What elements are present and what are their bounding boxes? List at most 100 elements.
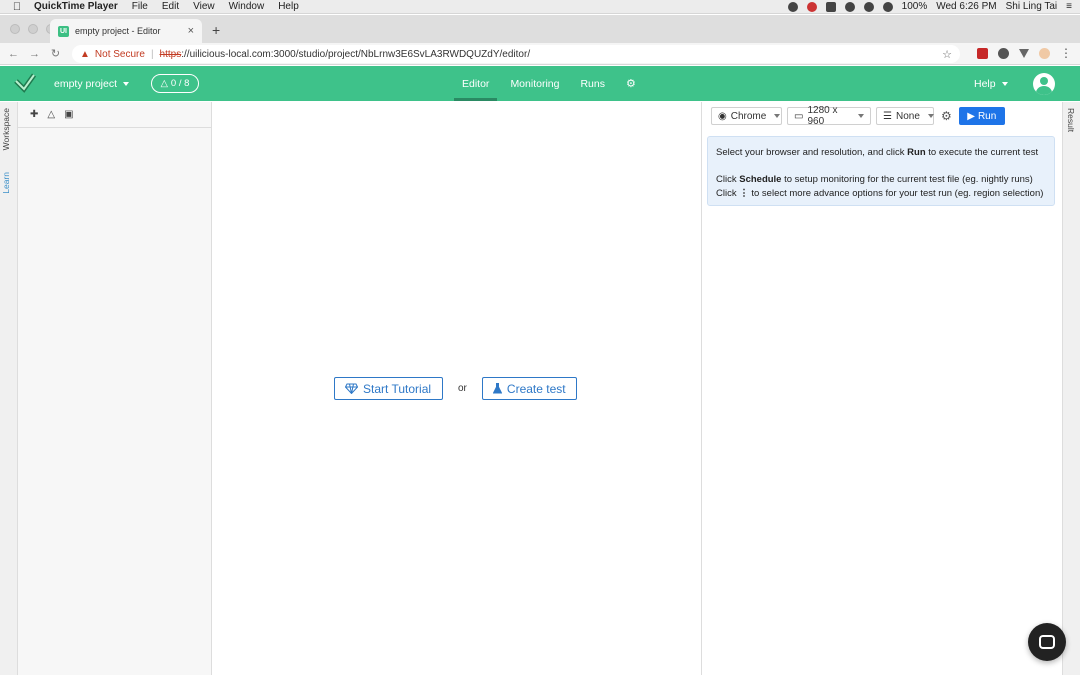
chevron-down-icon bbox=[927, 114, 934, 118]
minimize-window-icon[interactable] bbox=[28, 24, 38, 34]
chevron-down-icon bbox=[1001, 82, 1008, 86]
learn-tab[interactable]: Learn bbox=[1, 172, 11, 194]
wifi-icon[interactable] bbox=[844, 1, 855, 12]
editor-area: Start Tutorial or Create test bbox=[212, 102, 702, 675]
close-tab-icon[interactable]: × bbox=[188, 25, 194, 37]
run-button[interactable]: ▶ Run bbox=[958, 107, 1005, 125]
start-tutorial-label: Start Tutorial bbox=[363, 381, 432, 396]
security-label[interactable]: Not Secure bbox=[95, 49, 145, 60]
play-icon: ▶ bbox=[967, 110, 975, 122]
bluetooth-icon[interactable] bbox=[863, 1, 874, 12]
database-icon: ☰ bbox=[883, 110, 892, 122]
notification-icon[interactable] bbox=[806, 1, 817, 12]
file-toolbar: ✚ △ ▣ bbox=[18, 102, 211, 128]
battery-label[interactable]: 100% bbox=[902, 1, 928, 12]
menu-view[interactable]: View bbox=[193, 1, 215, 12]
empty-state-actions: Start Tutorial or Create test bbox=[334, 377, 577, 400]
resolution-select[interactable]: ▭ 1280 x 960 bbox=[787, 105, 871, 127]
run-label: Run bbox=[977, 110, 997, 122]
main-nav: Editor Monitoring Runs ⚙ bbox=[453, 66, 636, 101]
resolution-value: 1280 x 960 bbox=[807, 105, 838, 127]
info-line-2: Click Schedule to setup monitoring for t… bbox=[716, 174, 1033, 185]
chat-icon bbox=[1039, 635, 1055, 649]
tab-monitoring[interactable]: Monitoring bbox=[510, 66, 559, 101]
chevron-down-icon bbox=[774, 114, 781, 118]
divider: | bbox=[150, 48, 154, 60]
extension-icon[interactable] bbox=[977, 47, 988, 59]
test-count-badge[interactable]: △ 0 / 8 bbox=[151, 74, 199, 93]
forward-icon[interactable]: → bbox=[24, 48, 45, 60]
close-window-icon[interactable] bbox=[10, 24, 20, 34]
address-bar[interactable]: ▲ Not Secure | https ://uilicious-local.… bbox=[72, 45, 960, 63]
menu-app-name[interactable]: QuickTime Player bbox=[34, 1, 118, 12]
logo-icon[interactable] bbox=[14, 73, 36, 93]
tab-runs[interactable]: Runs bbox=[580, 66, 605, 101]
back-icon[interactable]: ← bbox=[3, 48, 24, 60]
folder-icon[interactable]: ▣ bbox=[64, 109, 73, 120]
dropbox-icon[interactable] bbox=[825, 1, 836, 12]
profile-avatar-icon[interactable] bbox=[1039, 47, 1050, 59]
flask-icon bbox=[492, 383, 502, 394]
reload-icon[interactable]: ↻ bbox=[45, 47, 66, 60]
dataset-value: None bbox=[895, 110, 920, 122]
settings-gear-icon[interactable]: ⚙ bbox=[626, 77, 636, 90]
browser-select[interactable]: ◉ Chrome bbox=[711, 107, 782, 125]
new-tab-icon[interactable]: + bbox=[212, 22, 220, 38]
apple-icon[interactable]:  bbox=[0, 1, 34, 13]
url-text: ://uilicious-local.com:3000/studio/proje… bbox=[181, 48, 531, 60]
warning-icon[interactable]: ▲ bbox=[80, 49, 90, 60]
flask-icon: △ bbox=[160, 78, 168, 89]
menu-file[interactable]: File bbox=[132, 1, 148, 12]
volume-icon[interactable] bbox=[882, 1, 893, 12]
chat-launcher-button[interactable] bbox=[1028, 623, 1066, 661]
clock-label[interactable]: Wed 6:26 PM bbox=[936, 1, 996, 12]
chrome-icon: ◉ bbox=[718, 110, 727, 122]
right-side-rail: Result bbox=[1062, 102, 1080, 675]
project-name: empty project bbox=[54, 78, 118, 90]
run-info-box: Select your browser and resolution, and … bbox=[707, 136, 1055, 206]
extension-icon[interactable] bbox=[998, 47, 1009, 59]
run-panel: ◉ Chrome ▭ 1280 x 960 ☰ None ⚙ ▶ Run Sel… bbox=[702, 102, 1062, 675]
start-tutorial-button[interactable]: Start Tutorial bbox=[334, 377, 443, 400]
status-area: 100% Wed 6:26 PM Shi Ling Tai ≡ bbox=[787, 1, 1080, 12]
menu-help[interactable]: Help bbox=[278, 1, 299, 12]
chevron-down-icon bbox=[123, 82, 130, 86]
tab-editor[interactable]: Editor bbox=[453, 66, 499, 101]
browser-menu-icon[interactable]: ⋮ bbox=[1060, 46, 1072, 60]
macos-menubar:  QuickTime Player File Edit View Window… bbox=[0, 0, 1080, 14]
help-menu[interactable]: Help bbox=[974, 78, 1008, 90]
create-test-button[interactable]: Create test bbox=[481, 377, 577, 400]
file-panel: ✚ △ ▣ bbox=[18, 102, 212, 675]
url-scheme: https bbox=[159, 48, 182, 60]
run-settings-gear-icon[interactable]: ⚙ bbox=[941, 109, 952, 123]
help-label: Help bbox=[974, 78, 996, 90]
user-avatar-icon[interactable] bbox=[1033, 73, 1055, 95]
gem-icon bbox=[345, 383, 358, 394]
browser-tabstrip: UI empty project - Editor × + bbox=[0, 15, 1080, 43]
laptop-icon: ▭ bbox=[794, 110, 804, 122]
chevron-down-icon bbox=[858, 114, 864, 118]
extensions: ⋮ bbox=[977, 46, 1072, 60]
browser-value: Chrome bbox=[730, 110, 767, 122]
add-file-icon[interactable]: ✚ bbox=[30, 109, 38, 120]
extension-icon[interactable] bbox=[1019, 48, 1029, 58]
test-count: 0 / 8 bbox=[170, 78, 190, 89]
menu-edit[interactable]: Edit bbox=[162, 1, 179, 12]
project-selector[interactable]: empty project bbox=[54, 78, 130, 90]
record-icon[interactable] bbox=[787, 1, 798, 12]
flask-icon[interactable]: △ bbox=[47, 109, 55, 120]
user-label[interactable]: Shi Ling Tai bbox=[1006, 1, 1058, 12]
workspace-tab[interactable]: Workspace bbox=[1, 108, 11, 150]
list-icon[interactable]: ≡ bbox=[1066, 1, 1072, 12]
tab-title: empty project - Editor bbox=[75, 26, 161, 36]
browser-tab[interactable]: UI empty project - Editor × bbox=[50, 19, 202, 43]
result-tab[interactable]: Result bbox=[1066, 108, 1076, 132]
or-label: or bbox=[458, 383, 467, 394]
browser-toolbar: ← → ↻ ▲ Not Secure | https ://uilicious-… bbox=[0, 43, 1080, 65]
create-test-label: Create test bbox=[506, 381, 566, 396]
menu-window[interactable]: Window bbox=[229, 1, 265, 12]
bookmark-star-icon[interactable]: ☆ bbox=[942, 48, 952, 61]
dataset-select[interactable]: ☰ None bbox=[876, 107, 934, 125]
info-line-1: Select your browser and resolution, and … bbox=[716, 147, 1039, 158]
left-side-rail: Workspace Learn bbox=[0, 102, 18, 675]
